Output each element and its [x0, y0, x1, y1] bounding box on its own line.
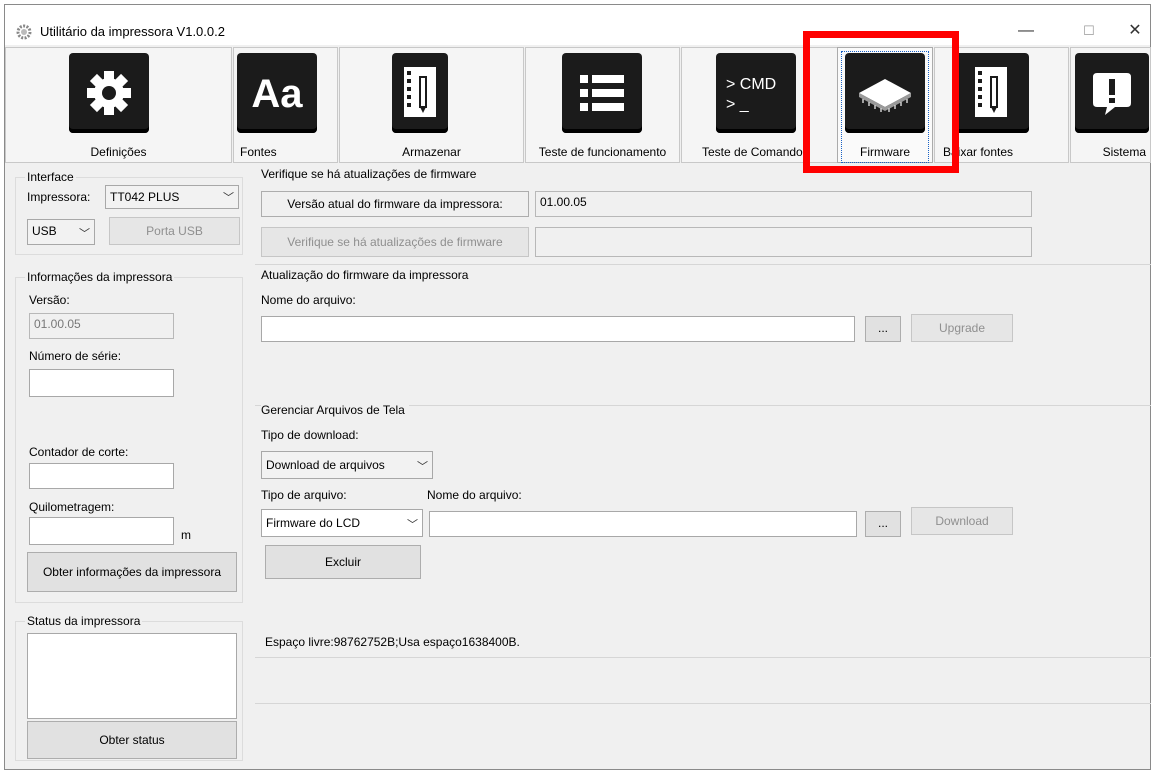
- download-type-label: Tipo de download:: [261, 428, 359, 442]
- tab-label: Teste de funcionamento: [538, 145, 667, 159]
- chevron-down-icon: ﹀: [223, 192, 234, 204]
- check-updates-button[interactable]: Verifique se há atualizações de firmware: [261, 227, 529, 257]
- separator: [255, 264, 1151, 265]
- chevron-down-icon: ﹀: [79, 228, 90, 240]
- screen-files-title: Gerenciar Arquivos de Tela: [261, 403, 409, 417]
- file-type-label: Tipo de arquivo:: [261, 488, 347, 502]
- separator: [255, 657, 1151, 658]
- tab-sistema[interactable]: Sistema: [1070, 47, 1151, 163]
- file-type-select-value: Firmware do LCD: [266, 516, 361, 530]
- download-type-select[interactable]: Download de arquivos ﹀: [261, 451, 433, 479]
- delete-button[interactable]: Excluir: [265, 545, 421, 579]
- version-label: Versão:: [29, 293, 70, 307]
- tab-armazenar[interactable]: Armazenar: [339, 47, 524, 163]
- version-field: 01.00.05: [29, 313, 174, 339]
- update-file-name-label: Nome do arquivo:: [261, 293, 356, 307]
- minimize-button[interactable]: —: [1011, 19, 1041, 43]
- title-bar: Utilitário da impressora V1.0.0.2 — ☐ ✕: [5, 5, 1150, 45]
- gear-icon: [69, 53, 149, 133]
- interface-group-title: Interface: [25, 170, 76, 184]
- close-button[interactable]: ✕: [1120, 19, 1150, 43]
- update-browse-button[interactable]: ...: [865, 316, 901, 342]
- app-window: Utilitário da impressora V1.0.0.2 — ☐ ✕: [4, 4, 1151, 770]
- font-icon: Aa: [237, 53, 317, 133]
- window-title: Utilitário da impressora V1.0.0.2: [40, 24, 225, 39]
- current-version-field: 01.00.05: [535, 191, 1032, 217]
- screen-browse-button[interactable]: ...: [865, 511, 901, 537]
- serial-field[interactable]: [29, 369, 174, 397]
- firmware-update-title: Atualização do firmware da impressora: [261, 268, 469, 282]
- printer-info-group-title: Informações da impressora: [25, 270, 175, 284]
- chevron-down-icon: ﹀: [407, 519, 418, 531]
- check-result-field: [535, 227, 1032, 257]
- chevron-down-icon: ﹀: [417, 461, 428, 473]
- tab-teste-funcionamento[interactable]: Teste de funcionamento: [525, 47, 680, 163]
- serial-label: Número de série:: [29, 349, 122, 363]
- port-select[interactable]: USB ﹀: [27, 219, 95, 245]
- mileage-label: Quilometragem:: [29, 500, 115, 514]
- mileage-field[interactable]: [29, 517, 174, 545]
- printer-select[interactable]: TT042 PLUS ﹀: [105, 185, 239, 209]
- separator: [255, 703, 1151, 704]
- tab-label: Armazenar: [402, 145, 461, 159]
- status-textarea[interactable]: [27, 633, 237, 719]
- screen-file-name-input[interactable]: [429, 511, 857, 537]
- cut-counter-label: Contador de corte:: [29, 445, 129, 459]
- printer-select-value: TT042 PLUS: [110, 190, 180, 204]
- get-status-button[interactable]: Obter status: [27, 721, 237, 759]
- download-button[interactable]: Download: [911, 507, 1013, 535]
- firmware-highlight-box: [803, 31, 959, 173]
- main-toolbar: Definições Aa Fontes Armazenar Teste de …: [5, 47, 1151, 165]
- svg-text:> _: > _: [726, 96, 750, 113]
- screen-file-name-label: Nome do arquivo:: [427, 488, 522, 502]
- printer-app-icon: [16, 24, 32, 40]
- get-printer-info-button[interactable]: Obter informações da impressora: [27, 552, 237, 592]
- printer-status-group-title: Status da impressora: [25, 614, 143, 628]
- svg-text:> CMD: > CMD: [726, 76, 776, 93]
- list-icon: [562, 53, 642, 133]
- tab-fontes[interactable]: Aa Fontes: [233, 47, 338, 163]
- alert-bubble-icon: [1075, 53, 1149, 133]
- tab-label: Sistema: [1102, 145, 1146, 159]
- tab-label: Definições: [90, 145, 147, 159]
- cut-counter-field[interactable]: [29, 463, 174, 489]
- svg-text:Aa: Aa: [251, 72, 303, 116]
- usb-port-button[interactable]: Porta USB: [109, 217, 240, 245]
- update-file-name-input[interactable]: [261, 316, 855, 342]
- file-type-select[interactable]: Firmware do LCD ﹀: [261, 509, 423, 537]
- printer-label: Impressora:: [27, 190, 91, 204]
- space-info-text: Espaço livre:98762752B;Usa espaço1638400…: [265, 635, 520, 649]
- check-updates-title: Verifique se há atualizações de firmware: [261, 167, 477, 181]
- cmd-icon: > CMD > _: [716, 53, 796, 133]
- maximize-button[interactable]: ☐: [1074, 19, 1104, 43]
- current-version-label: Versão atual do firmware da impressora:: [261, 191, 529, 217]
- tab-label: Fontes: [240, 145, 277, 159]
- upgrade-button[interactable]: Upgrade: [911, 314, 1013, 342]
- mileage-unit: m: [181, 528, 191, 542]
- download-type-select-value: Download de arquivos: [266, 458, 385, 472]
- notebook-download-icon: [953, 53, 1029, 133]
- tab-definicoes[interactable]: Definições: [5, 47, 232, 163]
- port-select-value: USB: [32, 224, 57, 238]
- notebook-icon: [392, 53, 448, 133]
